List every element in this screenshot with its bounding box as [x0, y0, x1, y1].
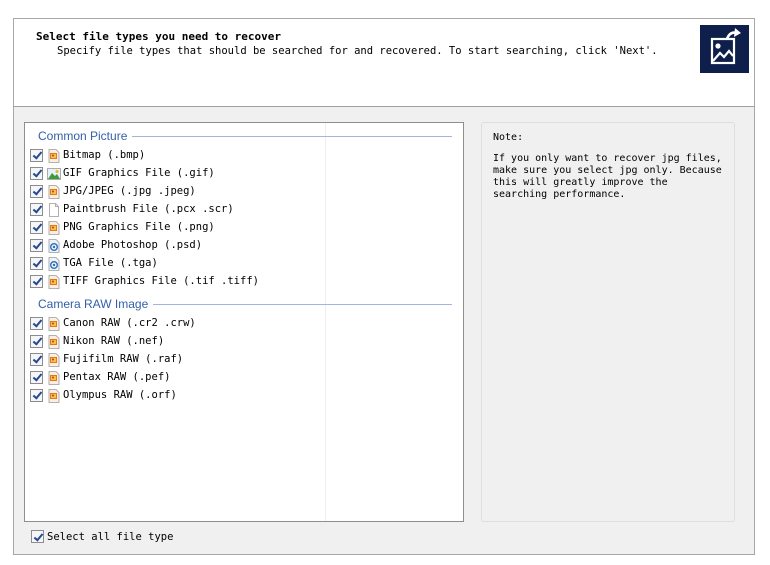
- group-header: Common Picture: [38, 128, 127, 144]
- gif-file-icon: [47, 166, 61, 180]
- image-file-icon: [47, 334, 61, 349]
- file-type-item[interactable]: Pentax RAW (.pef): [30, 368, 450, 386]
- file-type-checkbox[interactable]: [30, 316, 43, 330]
- image-file-icon: [47, 316, 61, 331]
- group-divider: [153, 304, 452, 305]
- group-title: Camera RAW Image: [38, 297, 149, 311]
- file-type-label: Pentax RAW (.pef): [63, 371, 171, 383]
- file-type-checkbox[interactable]: [30, 370, 43, 384]
- image-file-icon: [47, 370, 61, 385]
- file-type-item[interactable]: Bitmap (.bmp): [30, 146, 450, 164]
- note-title: Note:: [493, 132, 524, 143]
- note-panel: Note: If you only want to recover jpg fi…: [481, 122, 735, 522]
- file-type-label: Canon RAW (.cr2 .crw): [63, 317, 196, 329]
- image-file-icon: [47, 352, 61, 367]
- file-type-checkbox[interactable]: [30, 256, 43, 270]
- page-title: Select file types you need to recover: [36, 30, 282, 43]
- file-type-checkbox[interactable]: [30, 220, 43, 234]
- file-type-item[interactable]: JPG/JPEG (.jpg .jpeg): [30, 182, 450, 200]
- page-subtitle: Specify file types that should be search…: [57, 45, 658, 57]
- image-file-icon: [47, 148, 61, 163]
- file-type-label: Fujifilm RAW (.raf): [63, 353, 184, 365]
- image-file-icon: [47, 184, 61, 199]
- file-type-checkbox[interactable]: [30, 274, 43, 288]
- file-type-item[interactable]: TGA File (.tga): [30, 254, 450, 272]
- file-type-label: JPG/JPEG (.jpg .jpeg): [63, 185, 196, 197]
- file-type-label: GIF Graphics File (.gif): [63, 167, 215, 179]
- select-all-check-box[interactable]: [31, 530, 44, 543]
- image-file-icon: [47, 220, 61, 235]
- file-type-label: Nikon RAW (.nef): [63, 335, 165, 347]
- file-type-label: TGA File (.tga): [63, 257, 158, 269]
- file-type-label: Olympus RAW (.orf): [63, 389, 177, 401]
- blank-file-icon: [47, 202, 61, 217]
- file-type-checkbox[interactable]: [30, 148, 43, 162]
- group-divider: [132, 136, 452, 137]
- file-type-item[interactable]: GIF Graphics File (.gif): [30, 164, 450, 182]
- file-type-checkbox[interactable]: [30, 388, 43, 402]
- file-type-checkbox[interactable]: [30, 334, 43, 348]
- file-type-item[interactable]: TIFF Graphics File (.tif .tiff): [30, 272, 450, 290]
- photoshop-file-icon: [47, 256, 61, 271]
- image-file-icon: [47, 388, 61, 403]
- file-type-item[interactable]: Paintbrush File (.pcx .scr): [30, 200, 450, 218]
- file-type-checkbox[interactable]: [30, 184, 43, 198]
- wizard-header: Select file types you need to recover Sp…: [14, 19, 754, 107]
- wizard-frame: Select file types you need to recover Sp…: [13, 18, 755, 555]
- file-type-item[interactable]: Olympus RAW (.orf): [30, 386, 450, 404]
- select-all-checkbox[interactable]: Select all file type: [31, 530, 173, 543]
- file-type-item[interactable]: Canon RAW (.cr2 .crw): [30, 314, 450, 332]
- file-type-item[interactable]: Fujifilm RAW (.raf): [30, 350, 450, 368]
- file-type-label: Bitmap (.bmp): [63, 149, 146, 161]
- file-type-checkbox[interactable]: [30, 166, 43, 180]
- file-type-label: TIFF Graphics File (.tif .tiff): [63, 275, 259, 287]
- file-type-list[interactable]: Common Picture Bitmap (.bmp) GIF Graphics …: [24, 122, 464, 522]
- image-file-icon: [47, 274, 61, 289]
- file-type-checkbox[interactable]: [30, 352, 43, 366]
- group-title: Common Picture: [38, 129, 128, 143]
- file-type-label: Paintbrush File (.pcx .scr): [63, 203, 234, 215]
- select-all-label: Select all file type: [47, 530, 174, 543]
- group-header: Camera RAW Image: [38, 296, 148, 312]
- file-type-checkbox[interactable]: [30, 202, 43, 216]
- file-type-item[interactable]: Nikon RAW (.nef): [30, 332, 450, 350]
- file-type-item[interactable]: Adobe Photoshop (.psd): [30, 236, 450, 254]
- photo-recovery-icon: [700, 25, 749, 73]
- file-type-label: Adobe Photoshop (.psd): [63, 239, 203, 251]
- file-type-item[interactable]: PNG Graphics File (.png): [30, 218, 450, 236]
- note-text: If you only want to recover jpg files, m…: [493, 153, 722, 200]
- photoshop-file-icon: [47, 238, 61, 253]
- file-type-label: PNG Graphics File (.png): [63, 221, 215, 233]
- file-type-checkbox[interactable]: [30, 238, 43, 252]
